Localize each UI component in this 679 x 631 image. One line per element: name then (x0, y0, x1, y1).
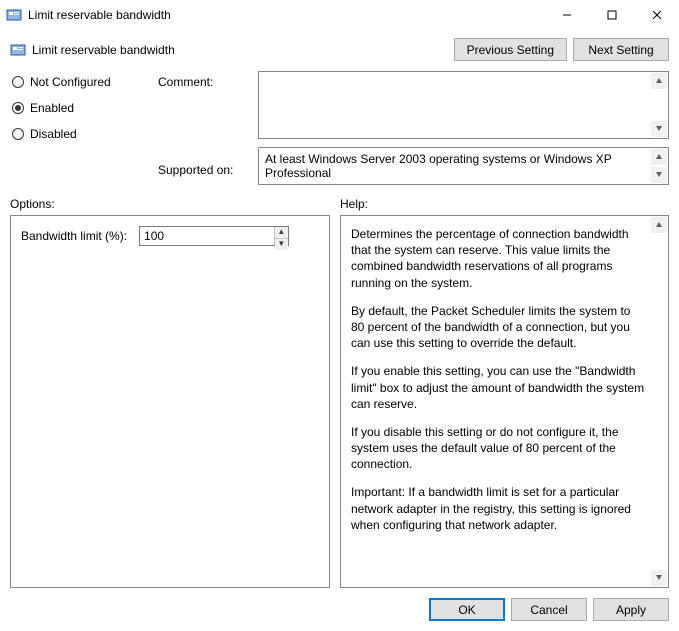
field-labels: Comment: Supported on: (158, 71, 242, 185)
radio-icon (12, 102, 24, 114)
state-section: Not Configured Enabled Disabled Comment:… (0, 65, 679, 185)
scroll-down-icon[interactable] (651, 167, 667, 183)
supported-on-box: At least Windows Server 2003 operating s… (258, 147, 669, 185)
scroll-up-icon[interactable] (651, 149, 667, 165)
gpedit-policy-dialog: Limit reservable bandwidth Limit reserva… (0, 0, 679, 631)
bandwidth-limit-spinner[interactable]: ▲ ▼ (139, 226, 289, 246)
radio-icon (12, 76, 24, 88)
bandwidth-option-row: Bandwidth limit (%): ▲ ▼ (21, 226, 307, 246)
help-paragraph: If you disable this setting or do not co… (351, 424, 646, 473)
state-radios: Not Configured Enabled Disabled (12, 71, 142, 185)
radio-label: Enabled (30, 101, 74, 115)
comment-textarea[interactable] (258, 71, 669, 139)
help-paragraph: By default, the Packet Scheduler limits … (351, 303, 646, 352)
help-paragraph: Determines the percentage of connection … (351, 226, 646, 291)
panel-labels: Options: Help: (0, 185, 679, 215)
radio-label: Not Configured (30, 75, 111, 89)
radio-enabled[interactable]: Enabled (12, 101, 142, 115)
supported-on-label: Supported on: (158, 163, 242, 185)
radio-not-configured[interactable]: Not Configured (12, 75, 142, 89)
radio-icon (12, 128, 24, 140)
nav-buttons: Previous Setting Next Setting (454, 38, 669, 61)
next-setting-button[interactable]: Next Setting (573, 38, 669, 61)
policy-icon (10, 42, 26, 58)
spinner-up-icon[interactable]: ▲ (275, 227, 288, 239)
comment-text (259, 72, 668, 138)
scroll-down-icon[interactable] (651, 570, 667, 586)
field-values: At least Windows Server 2003 operating s… (258, 71, 669, 185)
help-paragraph: If you enable this setting, you can use … (351, 363, 646, 412)
supported-on-text: At least Windows Server 2003 operating s… (259, 148, 668, 184)
previous-setting-button[interactable]: Previous Setting (454, 38, 567, 61)
bandwidth-limit-label: Bandwidth limit (%): (21, 228, 127, 244)
split-panels: Bandwidth limit (%): ▲ ▼ Determines the … (0, 215, 679, 588)
maximize-button[interactable] (589, 0, 634, 30)
spinner-down-icon[interactable]: ▼ (275, 239, 288, 250)
options-label: Options: (10, 197, 330, 211)
scroll-down-icon[interactable] (651, 121, 667, 137)
help-text: Determines the percentage of connection … (341, 216, 668, 587)
bandwidth-limit-input[interactable] (140, 227, 274, 245)
help-label: Help: (340, 197, 368, 211)
close-button[interactable] (634, 0, 679, 30)
help-panel: Determines the percentage of connection … (340, 215, 669, 588)
scroll-up-icon[interactable] (651, 73, 667, 89)
window-title: Limit reservable bandwidth (28, 8, 544, 22)
help-paragraph: Important: If a bandwidth limit is set f… (351, 484, 646, 533)
window-controls (544, 0, 679, 30)
radio-label: Disabled (30, 127, 77, 141)
comment-label: Comment: (158, 75, 242, 97)
header-row: Limit reservable bandwidth Previous Sett… (0, 30, 679, 65)
options-panel: Bandwidth limit (%): ▲ ▼ (10, 215, 330, 588)
scroll-up-icon[interactable] (651, 217, 667, 233)
apply-button[interactable]: Apply (593, 598, 669, 621)
minimize-button[interactable] (544, 0, 589, 30)
dialog-buttons: OK Cancel Apply (0, 588, 679, 631)
radio-disabled[interactable]: Disabled (12, 127, 142, 141)
ok-button[interactable]: OK (429, 598, 505, 621)
cancel-button[interactable]: Cancel (511, 598, 587, 621)
policy-name: Limit reservable bandwidth (32, 43, 454, 57)
titlebar: Limit reservable bandwidth (0, 0, 679, 30)
policy-icon (6, 7, 22, 23)
